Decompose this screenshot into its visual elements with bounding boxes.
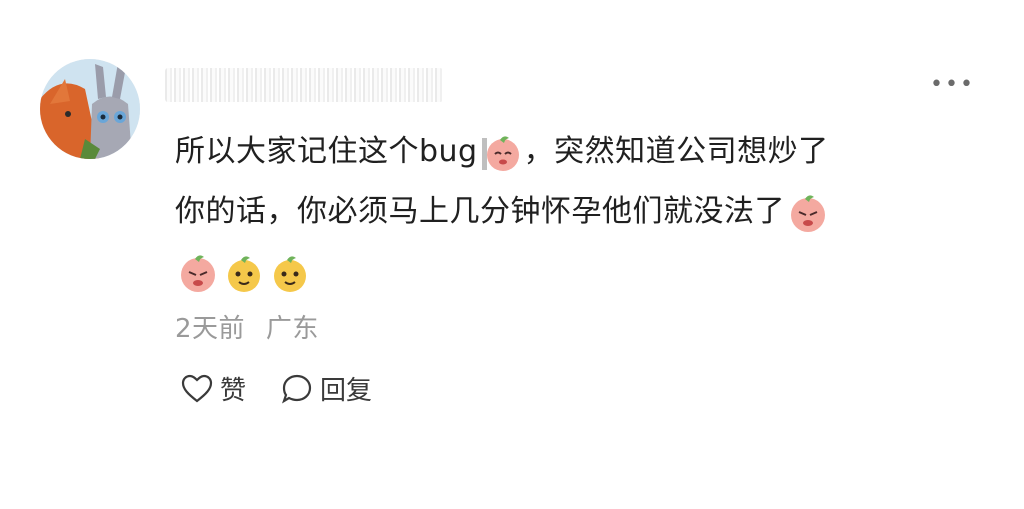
comment-line-2: 你的话，你必须马上几分钟怀孕他们就没法了	[175, 182, 975, 242]
comment-line-3	[175, 242, 975, 302]
comment-line-1: 所以大家记住这个bug ，突然知道公司想炒了	[175, 122, 975, 182]
yellow-face-emoji-icon	[269, 252, 311, 294]
speech-bubble-icon	[282, 374, 312, 403]
avatar[interactable]	[40, 59, 140, 159]
comment-text: 所以大家记住这个bug ，突然知道公司想炒了 你的话，你必须马上几分钟怀孕他们就没…	[175, 122, 975, 302]
yellow-face-emoji-icon	[223, 252, 265, 294]
comment-text-segment: 所以大家记住这个bug	[175, 134, 478, 169]
like-button[interactable]: 赞	[180, 370, 246, 407]
peach-cry-emoji-icon	[787, 192, 829, 234]
location: 广东	[265, 314, 319, 344]
reply-label: 回复	[320, 376, 373, 406]
comment-text-segment: ，突然知道公司想炒了	[523, 134, 829, 169]
more-options-button[interactable]: •••	[930, 70, 974, 100]
timestamp: 2天前	[175, 314, 246, 344]
comment-meta: 2天前 广东	[175, 308, 319, 345]
username-blurred	[165, 68, 443, 102]
peach-face-emoji-icon	[480, 132, 522, 174]
comment-actions: 赞 回复	[180, 370, 406, 407]
reply-button[interactable]: 回复	[280, 370, 372, 407]
like-label: 赞	[220, 376, 247, 406]
heart-outline-icon	[181, 374, 213, 402]
peach-cry-emoji-icon	[177, 252, 219, 294]
comment-text-segment: 你的话，你必须马上几分钟怀孕他们就没法了	[175, 194, 785, 229]
avatar-image	[40, 59, 140, 159]
more-icon: •••	[930, 72, 975, 97]
